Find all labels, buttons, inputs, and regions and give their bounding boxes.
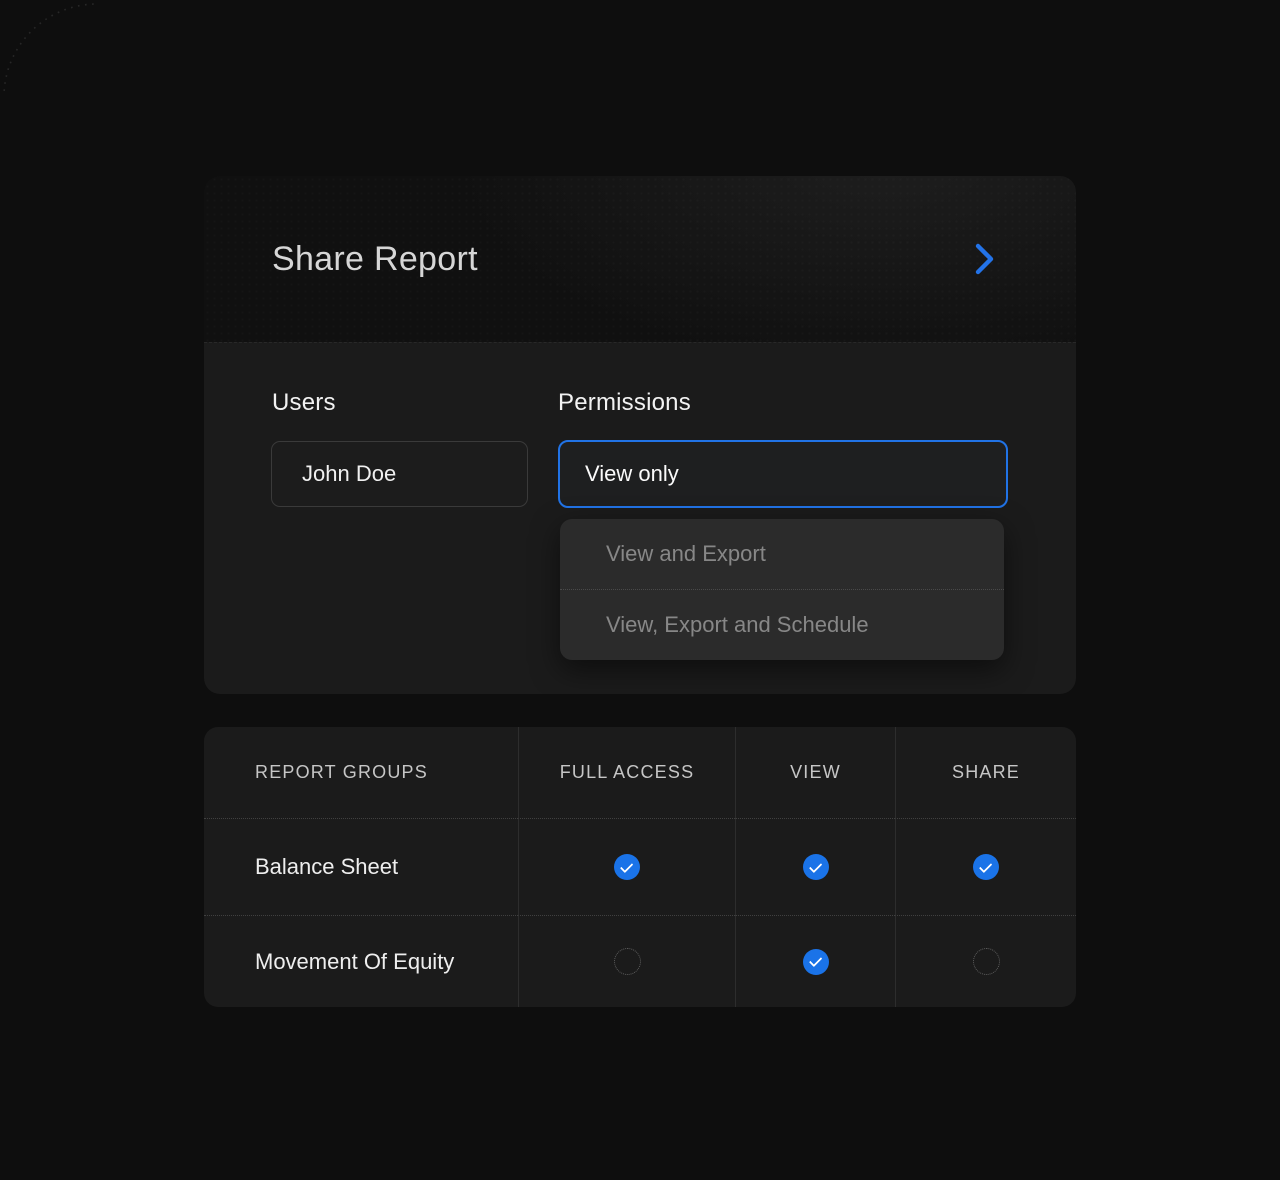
column-header-view: VIEW — [735, 727, 895, 818]
dropdown-option[interactable]: View and Export — [560, 519, 1004, 589]
page-title: Share Report — [272, 240, 478, 279]
table-cell — [735, 915, 895, 1007]
permissions-selected-value: View only — [585, 461, 679, 487]
chevron-right-icon — [974, 243, 996, 275]
permissions-label: Permissions — [558, 389, 691, 417]
column-header-report-groups: REPORT GROUPS — [204, 727, 518, 818]
table-cell — [518, 818, 735, 915]
users-input[interactable]: John Doe — [271, 441, 528, 507]
table-cell — [518, 915, 735, 1007]
users-value: John Doe — [302, 461, 396, 487]
users-label: Users — [272, 389, 336, 417]
share-report-header: Share Report — [204, 176, 1076, 342]
share-report-body: Users John Doe Permissions View only Vie… — [204, 342, 1076, 694]
report-group-label: Balance Sheet — [204, 818, 518, 915]
full-access-checkbox[interactable] — [614, 948, 641, 975]
table-cell — [895, 818, 1076, 915]
report-group-label: Movement Of Equity — [204, 915, 518, 1007]
dropdown-option[interactable]: View, Export and Schedule — [560, 589, 1004, 660]
view-checkbox[interactable] — [803, 949, 829, 975]
expand-button[interactable] — [970, 241, 1000, 277]
full-access-checkbox[interactable] — [614, 854, 640, 880]
table-cell — [895, 915, 1076, 1007]
share-checkbox[interactable] — [973, 854, 999, 880]
permissions-select[interactable]: View only — [558, 440, 1008, 508]
table-cell — [735, 818, 895, 915]
decorative-dotted-arc — [0, 0, 95, 95]
share-checkbox[interactable] — [973, 948, 1000, 975]
view-checkbox[interactable] — [803, 854, 829, 880]
column-header-full-access: FULL ACCESS — [518, 727, 735, 818]
share-report-card: Share Report Users John Doe Permissions … — [204, 176, 1076, 694]
permissions-dropdown: View and Export View, Export and Schedul… — [560, 519, 1004, 660]
report-groups-table: REPORT GROUPS FULL ACCESS VIEW SHARE Bal… — [204, 727, 1076, 1007]
column-header-share: SHARE — [895, 727, 1076, 818]
